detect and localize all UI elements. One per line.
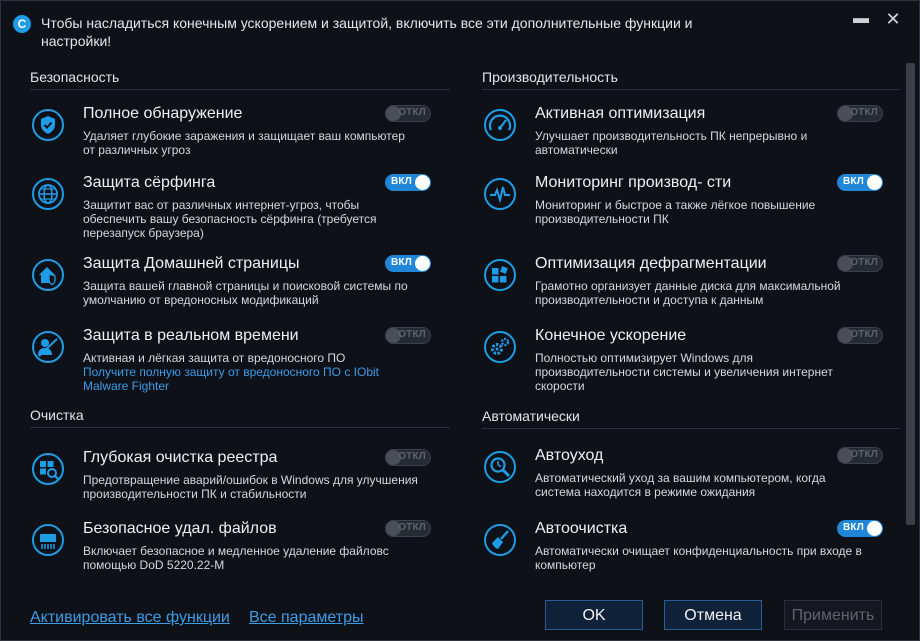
section-title-cleaning: Очистка: [30, 407, 84, 423]
toggle-knob: [867, 175, 882, 190]
shredder-icon: [31, 523, 65, 557]
apply-button[interactable]: Применить: [784, 600, 882, 630]
toggle-knob: [867, 521, 882, 536]
toggle-auto-care[interactable]: ОТКЛ: [837, 447, 883, 464]
feature-description: Мониторинг и быстрое а также лёгкое повы…: [535, 198, 816, 226]
feature-description: Защитит вас от различных интернет-угроз,…: [83, 198, 377, 240]
feature-description: Улучшает производительность ПК непрерывн…: [535, 129, 808, 157]
toggle-knob: [415, 256, 430, 271]
feature-description: Грамотно организует данные диска для мак…: [535, 279, 841, 307]
toggle-defrag-optimization[interactable]: ОТКЛ: [837, 255, 883, 272]
toggle-active-optimization[interactable]: ОТКЛ: [837, 105, 883, 122]
advanced-systemcare-logo-icon: C: [13, 15, 31, 33]
section-divider: [482, 89, 900, 90]
section-divider: [30, 427, 450, 428]
user-shield-icon: [31, 330, 65, 364]
feature-description: Предотвращение аварий/ошибок в Windows д…: [83, 473, 418, 501]
ok-button[interactable]: OK: [545, 600, 643, 630]
feature-description: Защита вашей главной страницы и поисково…: [83, 279, 408, 307]
registry-search-icon: [31, 452, 65, 486]
feature-name: Безопасное удал. файлов: [83, 520, 277, 537]
toggle-label: ОТКЛ: [398, 451, 426, 462]
magnifier-clock-icon: [483, 450, 517, 484]
toggle-deep-registry[interactable]: ОТКЛ: [385, 449, 431, 466]
toggle-full-detection[interactable]: ОТКЛ: [385, 105, 431, 122]
cancel-button[interactable]: Отмена: [664, 600, 762, 630]
toggle-label: ОТКЛ: [398, 522, 426, 533]
feature-name: Защита сёрфинга: [83, 174, 216, 191]
feature-name: Автоочистка: [535, 520, 628, 537]
globe-icon: [31, 177, 65, 211]
feature-name: Защита Домашней страницы: [83, 255, 300, 272]
toggle-label: ОТКЛ: [398, 107, 426, 118]
feature-description: Полностью оптимизирует Windows для произ…: [535, 351, 833, 393]
shield-check-icon: [31, 108, 65, 142]
toggle-label: ОТКЛ: [850, 257, 878, 268]
scrollbar[interactable]: [906, 63, 915, 525]
toggle-label: ОТКЛ: [398, 329, 426, 340]
broom-icon: [483, 523, 517, 557]
dialog-window: C Чтобы насладиться конечным ускорением …: [0, 0, 920, 641]
toggle-secure-delete[interactable]: ОТКЛ: [385, 520, 431, 537]
iobit-malware-fighter-link[interactable]: Получите полную защиту от вредоносного П…: [83, 365, 418, 393]
toggle-homepage-protection[interactable]: ВКЛ: [385, 255, 431, 272]
close-icon[interactable]: ✕: [883, 9, 903, 29]
feature-name: Активная оптимизация: [535, 105, 706, 122]
logo-letter: C: [17, 17, 27, 31]
toggle-label: ВКЛ: [391, 176, 412, 187]
toggle-perf-monitoring[interactable]: ВКЛ: [837, 174, 883, 191]
toggle-ultimate-boost[interactable]: ОТКЛ: [837, 327, 883, 344]
feature-description: Автоматический уход за вашим компьютером…: [535, 471, 826, 499]
minimize-icon[interactable]: ▬: [851, 9, 871, 29]
toggle-label: ОТКЛ: [850, 449, 878, 460]
feature-name: Автоуход: [535, 447, 604, 464]
toggle-realtime-protection[interactable]: ОТКЛ: [385, 327, 431, 344]
feature-name: Мониторинг производ- сти: [535, 174, 732, 191]
dialog-title: Чтобы насладиться конечным ускорением и …: [41, 15, 693, 49]
gauge-icon: [483, 108, 517, 142]
toggle-label: ОТКЛ: [850, 107, 878, 118]
feature-description-text: Активная и лёгкая защита от вредоносного…: [83, 351, 346, 365]
feature-description: Активная и лёгкая защита от вредоносного…: [83, 351, 418, 393]
toggle-label: ОТКЛ: [850, 329, 878, 340]
toggle-knob: [415, 175, 430, 190]
toggle-surf-protection[interactable]: ВКЛ: [385, 174, 431, 191]
feature-name: Защита в реальном времени: [83, 327, 299, 344]
section-title-automatic: Автоматически: [482, 408, 580, 424]
home-shield-icon: [31, 258, 65, 292]
toggle-label: ВКЛ: [843, 522, 864, 533]
gears-icon: [483, 330, 517, 364]
toggle-label: ВКЛ: [391, 257, 412, 268]
section-title-performance: Производительность: [482, 69, 618, 85]
feature-name: Глубокая очистка реестра: [83, 449, 278, 466]
all-settings-link[interactable]: Все параметры: [249, 609, 363, 627]
section-divider: [482, 428, 900, 429]
monitor-pulse-icon: [483, 177, 517, 211]
title-bar: C Чтобы насладиться конечным ускорением …: [1, 1, 919, 57]
feature-description: Включает безопасное и медленное удаление…: [83, 544, 389, 572]
feature-name: Оптимизация дефрагментации: [535, 255, 767, 272]
defrag-blocks-icon: [483, 258, 517, 292]
toggle-label: ВКЛ: [843, 176, 864, 187]
activate-all-link[interactable]: Активировать все функции: [30, 609, 230, 627]
section-divider: [30, 89, 450, 90]
feature-description: Автоматически очищает конфиденциальность…: [535, 544, 862, 572]
feature-description: Удаляет глубокие заражения и защищает ва…: [83, 129, 405, 157]
feature-name: Полное обнаружение: [83, 105, 243, 122]
section-title-security: Безопасность: [30, 69, 120, 85]
feature-name: Конечное ускорение: [535, 327, 687, 344]
toggle-auto-clean[interactable]: ВКЛ: [837, 520, 883, 537]
